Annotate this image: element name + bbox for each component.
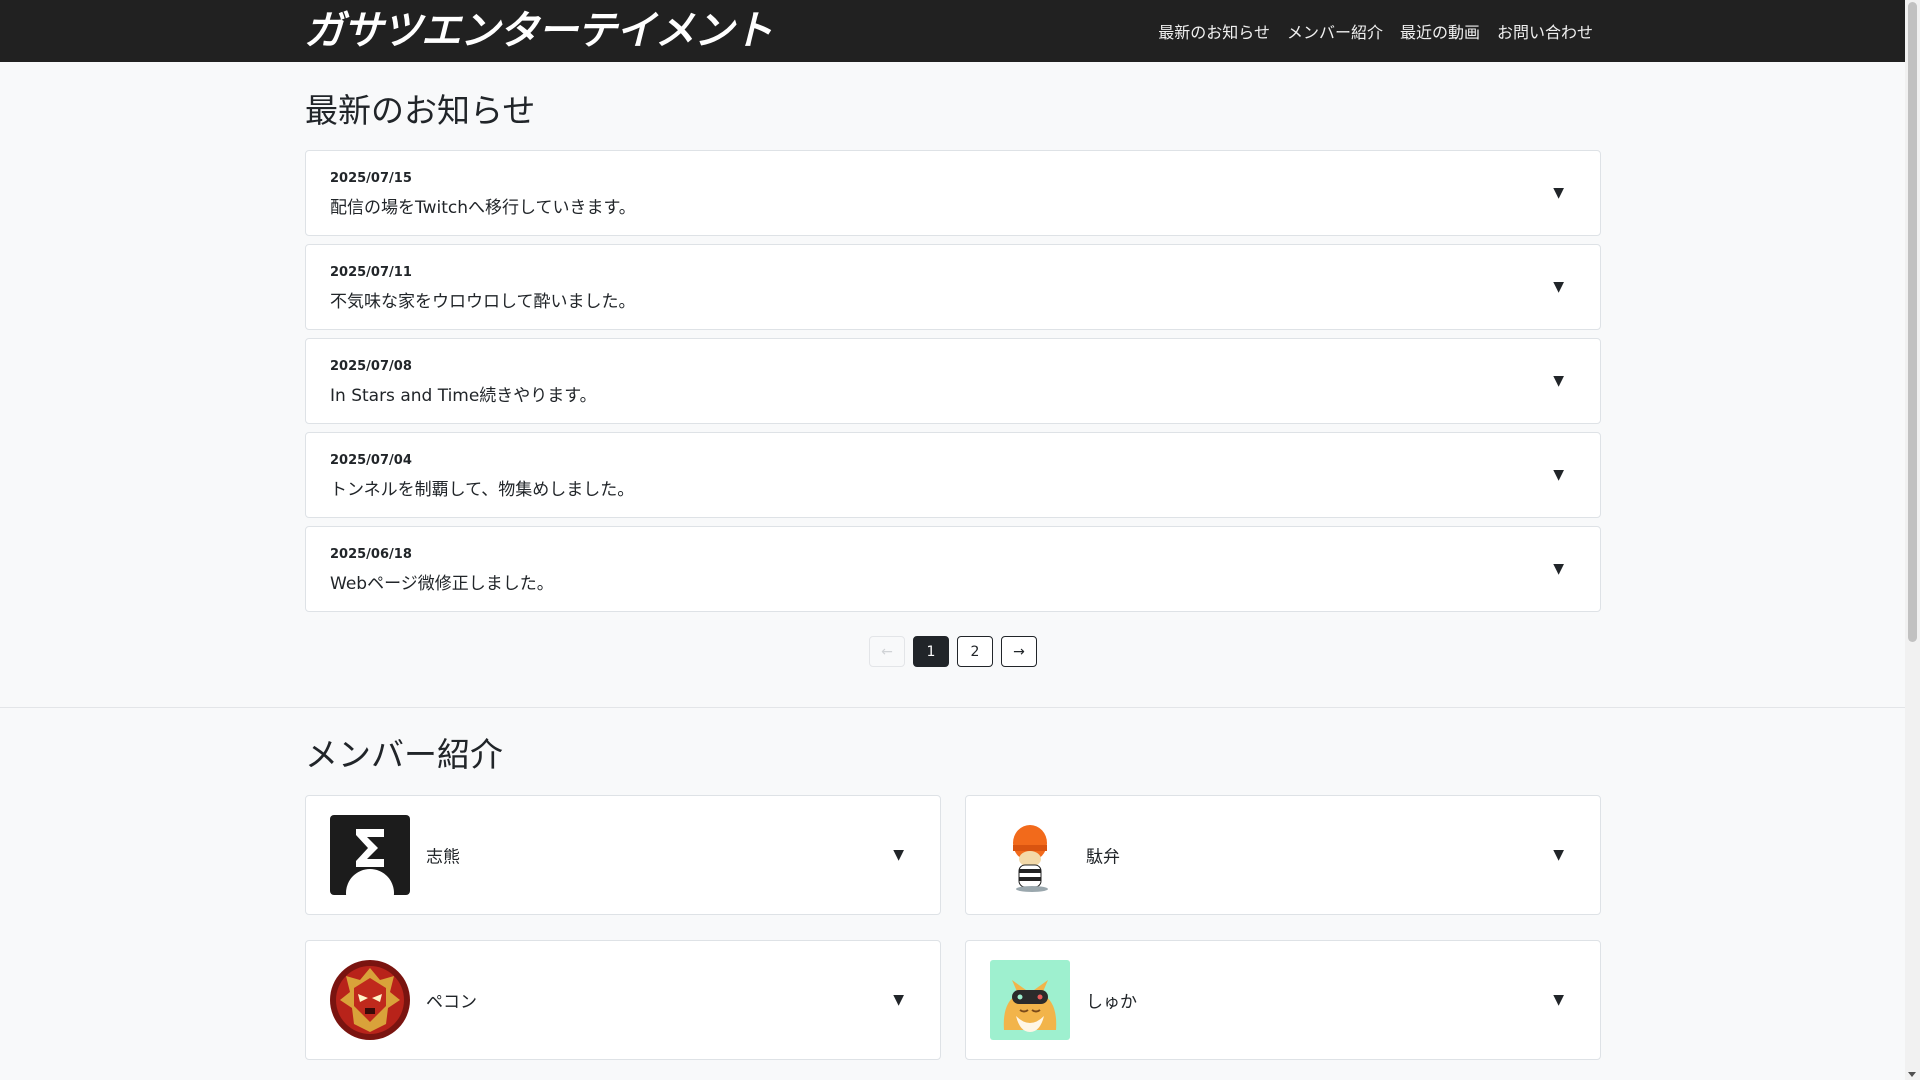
news-date: 2025/07/11 bbox=[330, 265, 412, 280]
member-card-pekon[interactable]: ペコン ▼ bbox=[305, 940, 941, 1060]
news-item[interactable]: 2025/07/08 In Stars and Time続きやります。 ▼ bbox=[305, 338, 1601, 424]
news-section-title: 最新のお知らせ bbox=[305, 91, 536, 130]
nav-links: 最新のお知らせ メンバー紹介 最近の動画 お問い合わせ bbox=[1141, 0, 1593, 62]
expand-arrow-icon[interactable]: ▼ bbox=[893, 992, 904, 1008]
news-date: 2025/07/04 bbox=[330, 453, 412, 468]
sigma-avatar-icon bbox=[330, 815, 410, 895]
nav-link-contact[interactable]: お問い合わせ bbox=[1497, 19, 1593, 43]
page: ガサツエンターテイメント 最新のお知らせ メンバー紹介 最近の動画 お問い合わせ… bbox=[0, 0, 1905, 1080]
navbar: ガサツエンターテイメント 最新のお知らせ メンバー紹介 最近の動画 お問い合わせ bbox=[0, 0, 1905, 62]
member-card-shuka[interactable]: しゅか ▼ bbox=[965, 940, 1601, 1060]
pagination: ← 1 2 → bbox=[869, 636, 1045, 667]
news-date: 2025/07/08 bbox=[330, 359, 412, 374]
member-card-shiguma[interactable]: 志熊 ▼ bbox=[305, 795, 941, 915]
member-name: ペコン bbox=[426, 992, 477, 1013]
expand-arrow-icon[interactable]: ▼ bbox=[1553, 561, 1564, 577]
nav-link-videos[interactable]: 最近の動画 bbox=[1400, 19, 1480, 43]
member-name: しゅか bbox=[1086, 992, 1137, 1013]
page-button-1[interactable]: 1 bbox=[913, 636, 949, 667]
expand-arrow-icon[interactable]: ▼ bbox=[1553, 847, 1564, 863]
nav-link-members[interactable]: メンバー紹介 bbox=[1287, 19, 1383, 43]
news-text: 不気味な家をウロウロして酔いました。 bbox=[330, 292, 636, 312]
expand-arrow-icon[interactable]: ▼ bbox=[1553, 279, 1564, 295]
page-button-2[interactable]: 2 bbox=[957, 636, 993, 667]
scrollbar-thumb[interactable] bbox=[1908, 2, 1917, 642]
orange-helmet-character-icon bbox=[990, 815, 1070, 895]
news-item[interactable]: 2025/07/15 配信の場をTwitchへ移行していきます。 ▼ bbox=[305, 150, 1601, 236]
nav-link-news[interactable]: 最新のお知らせ bbox=[1158, 19, 1270, 43]
brand-logo[interactable]: ガサツエンターテイメント bbox=[304, 6, 773, 56]
expand-arrow-icon[interactable]: ▼ bbox=[1553, 185, 1564, 201]
member-name: 志熊 bbox=[426, 847, 460, 868]
news-item[interactable]: 2025/06/18 Webページ微修正しました。 ▼ bbox=[305, 526, 1601, 612]
news-list: 2025/07/15 配信の場をTwitchへ移行していきます。 ▼ 2025/… bbox=[305, 150, 1601, 620]
vertical-scrollbar[interactable] bbox=[1905, 0, 1920, 1080]
scroll-down-arrow-icon[interactable] bbox=[1908, 1072, 1916, 1077]
expand-arrow-icon[interactable]: ▼ bbox=[1553, 992, 1564, 1008]
news-item[interactable]: 2025/07/04 トンネルを制覇して、物集めしました。 ▼ bbox=[305, 432, 1601, 518]
member-name: 駄弁 bbox=[1086, 847, 1120, 868]
section-divider bbox=[0, 707, 1905, 708]
next-page-button[interactable]: → bbox=[1001, 636, 1037, 667]
news-text: In Stars and Time続きやります。 bbox=[330, 386, 597, 406]
news-text: Webページ微修正しました。 bbox=[330, 574, 554, 594]
expand-arrow-icon[interactable]: ▼ bbox=[1553, 373, 1564, 389]
expand-arrow-icon[interactable]: ▼ bbox=[1553, 467, 1564, 483]
expand-arrow-icon[interactable]: ▼ bbox=[893, 847, 904, 863]
news-date: 2025/06/18 bbox=[330, 547, 412, 562]
red-mask-emblem-icon bbox=[330, 960, 410, 1040]
news-item[interactable]: 2025/07/11 不気味な家をウロウロして酔いました。 ▼ bbox=[305, 244, 1601, 330]
fox-with-gamepad-icon bbox=[990, 960, 1070, 1040]
member-card-daben[interactable]: 駄弁 ▼ bbox=[965, 795, 1601, 915]
prev-page-button[interactable]: ← bbox=[869, 636, 905, 667]
news-date: 2025/07/15 bbox=[330, 171, 412, 186]
news-text: トンネルを制覇して、物集めしました。 bbox=[330, 480, 635, 500]
members-section-title: メンバー紹介 bbox=[305, 735, 503, 774]
news-text: 配信の場をTwitchへ移行していきます。 bbox=[330, 198, 636, 218]
